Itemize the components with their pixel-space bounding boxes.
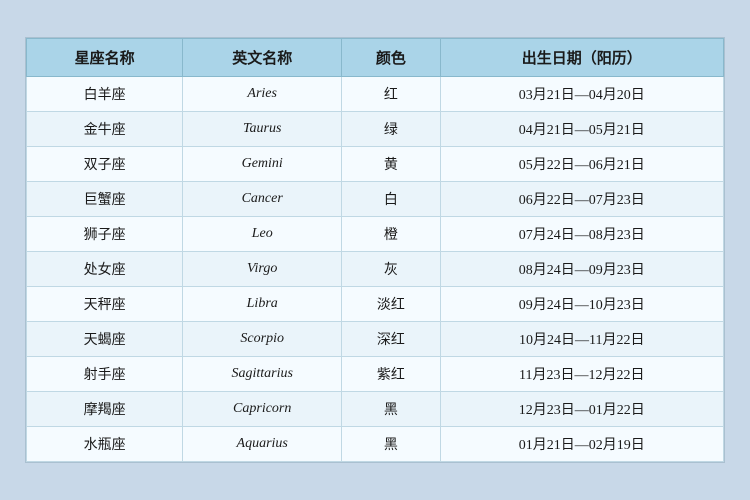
- cell-chinese-name: 射手座: [27, 357, 183, 392]
- cell-dates: 08月24日—09月23日: [440, 252, 723, 287]
- cell-english-name: Cancer: [183, 182, 342, 217]
- cell-chinese-name: 金牛座: [27, 112, 183, 147]
- table-row: 射手座Sagittarius紫红11月23日—12月22日: [27, 357, 724, 392]
- cell-dates: 07月24日—08月23日: [440, 217, 723, 252]
- table-body: 白羊座Aries红03月21日—04月20日金牛座Taurus绿04月21日—0…: [27, 77, 724, 462]
- zodiac-table-container: 星座名称 英文名称 颜色 出生日期（阳历） 白羊座Aries红03月21日—04…: [25, 37, 725, 463]
- cell-dates: 10月24日—11月22日: [440, 322, 723, 357]
- cell-english-name: Capricorn: [183, 392, 342, 427]
- header-dates: 出生日期（阳历）: [440, 39, 723, 77]
- table-row: 处女座Virgo灰08月24日—09月23日: [27, 252, 724, 287]
- cell-color: 橙: [342, 217, 440, 252]
- cell-color: 黑: [342, 392, 440, 427]
- cell-english-name: Leo: [183, 217, 342, 252]
- cell-color: 绿: [342, 112, 440, 147]
- cell-chinese-name: 摩羯座: [27, 392, 183, 427]
- table-row: 天蝎座Scorpio深红10月24日—11月22日: [27, 322, 724, 357]
- cell-chinese-name: 双子座: [27, 147, 183, 182]
- table-row: 天秤座Libra淡红09月24日—10月23日: [27, 287, 724, 322]
- cell-english-name: Aquarius: [183, 427, 342, 462]
- cell-chinese-name: 处女座: [27, 252, 183, 287]
- header-english-name: 英文名称: [183, 39, 342, 77]
- cell-english-name: Scorpio: [183, 322, 342, 357]
- cell-color: 黑: [342, 427, 440, 462]
- zodiac-table: 星座名称 英文名称 颜色 出生日期（阳历） 白羊座Aries红03月21日—04…: [26, 38, 724, 462]
- cell-color: 黄: [342, 147, 440, 182]
- table-row: 摩羯座Capricorn黑12月23日—01月22日: [27, 392, 724, 427]
- table-row: 双子座Gemini黄05月22日—06月21日: [27, 147, 724, 182]
- cell-english-name: Virgo: [183, 252, 342, 287]
- header-color: 颜色: [342, 39, 440, 77]
- cell-chinese-name: 天秤座: [27, 287, 183, 322]
- cell-color: 淡红: [342, 287, 440, 322]
- cell-dates: 03月21日—04月20日: [440, 77, 723, 112]
- cell-dates: 12月23日—01月22日: [440, 392, 723, 427]
- table-row: 巨蟹座Cancer白06月22日—07月23日: [27, 182, 724, 217]
- table-row: 狮子座Leo橙07月24日—08月23日: [27, 217, 724, 252]
- cell-color: 紫红: [342, 357, 440, 392]
- cell-english-name: Taurus: [183, 112, 342, 147]
- cell-english-name: Gemini: [183, 147, 342, 182]
- table-header-row: 星座名称 英文名称 颜色 出生日期（阳历）: [27, 39, 724, 77]
- cell-dates: 11月23日—12月22日: [440, 357, 723, 392]
- cell-chinese-name: 巨蟹座: [27, 182, 183, 217]
- cell-color: 红: [342, 77, 440, 112]
- cell-english-name: Aries: [183, 77, 342, 112]
- header-chinese-name: 星座名称: [27, 39, 183, 77]
- table-row: 白羊座Aries红03月21日—04月20日: [27, 77, 724, 112]
- cell-dates: 04月21日—05月21日: [440, 112, 723, 147]
- cell-chinese-name: 水瓶座: [27, 427, 183, 462]
- table-row: 水瓶座Aquarius黑01月21日—02月19日: [27, 427, 724, 462]
- cell-chinese-name: 白羊座: [27, 77, 183, 112]
- cell-dates: 09月24日—10月23日: [440, 287, 723, 322]
- cell-dates: 06月22日—07月23日: [440, 182, 723, 217]
- cell-chinese-name: 狮子座: [27, 217, 183, 252]
- cell-color: 深红: [342, 322, 440, 357]
- cell-color: 灰: [342, 252, 440, 287]
- cell-english-name: Sagittarius: [183, 357, 342, 392]
- cell-english-name: Libra: [183, 287, 342, 322]
- table-row: 金牛座Taurus绿04月21日—05月21日: [27, 112, 724, 147]
- cell-chinese-name: 天蝎座: [27, 322, 183, 357]
- cell-color: 白: [342, 182, 440, 217]
- cell-dates: 01月21日—02月19日: [440, 427, 723, 462]
- cell-dates: 05月22日—06月21日: [440, 147, 723, 182]
